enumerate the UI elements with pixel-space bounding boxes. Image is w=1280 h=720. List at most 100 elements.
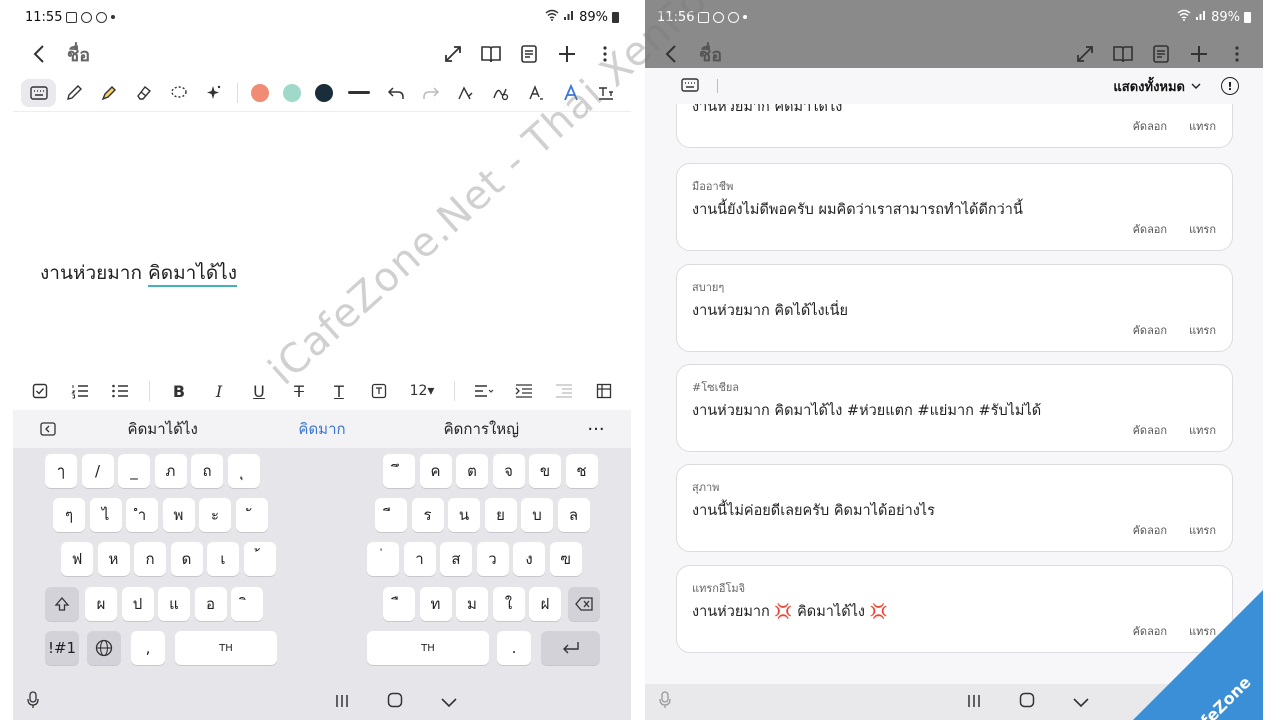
pen-color-mint[interactable]	[283, 83, 301, 102]
key[interactable]: ี	[375, 498, 407, 532]
key[interactable]: ค	[419, 454, 452, 488]
key[interactable]: อ	[194, 587, 227, 621]
key[interactable]: ง	[513, 542, 545, 576]
backspace-key[interactable]	[568, 587, 600, 621]
space-key-left[interactable]: TH	[175, 631, 277, 665]
copy-button[interactable]: คัดลอก	[1133, 117, 1168, 135]
insert-button[interactable]: แทรก	[1189, 117, 1216, 135]
redo-button[interactable]	[413, 79, 448, 107]
home-button[interactable]	[387, 692, 403, 712]
underline-button[interactable]: U	[242, 378, 276, 404]
key[interactable]: บ	[521, 498, 553, 532]
pen-tool-button[interactable]	[56, 79, 91, 107]
note-title[interactable]: ชื่อ	[67, 40, 90, 69]
key[interactable]: ะ	[199, 498, 231, 532]
insert-button[interactable]: แทรก	[1189, 220, 1216, 238]
note-content[interactable]: งานห่วยมาก คิดมาได้ไง	[40, 258, 237, 288]
expand-button[interactable]	[1075, 44, 1095, 64]
info-button[interactable]: !	[1221, 77, 1239, 95]
key[interactable]: ช	[565, 454, 598, 488]
show-all-dropdown[interactable]: แสดงทั้งหมด	[1113, 76, 1201, 97]
symbols-key[interactable]: !#1	[45, 631, 79, 665]
back-button[interactable]	[661, 44, 681, 64]
key[interactable]: ภ	[154, 454, 187, 488]
outdent-button[interactable]	[547, 378, 581, 404]
key[interactable]: ม	[456, 587, 488, 621]
back-button[interactable]	[29, 44, 49, 64]
suggestion-card[interactable]: งานห่วยมาก คิดมาได้ไง คัดลอก แทรก	[676, 104, 1233, 148]
key[interactable]: ิ	[231, 587, 263, 621]
key[interactable]: ๅ	[45, 454, 77, 488]
key[interactable]: _	[118, 454, 150, 488]
copy-button[interactable]: คัดลอก	[1133, 421, 1168, 439]
align-button[interactable]	[467, 378, 501, 404]
key[interactable]: ไ	[89, 498, 122, 532]
key[interactable]: จ	[492, 454, 525, 488]
key[interactable]: ถ	[191, 454, 223, 488]
insert-button[interactable]: แทรก	[1189, 421, 1216, 439]
key[interactable]: ื	[383, 587, 415, 621]
note-canvas[interactable]: งานห่วยมาก คิดมาได้ไง	[13, 112, 631, 374]
key[interactable]: ้	[243, 542, 276, 576]
language-key[interactable]	[87, 631, 121, 665]
period-key[interactable]: .	[497, 631, 531, 665]
suggestion-card-professional[interactable]: มืออาชีพ งานนี้ยังไม่ดีพอครับ ผมคิดว่าเร…	[676, 163, 1233, 251]
key[interactable]: ก	[134, 542, 166, 576]
key[interactable]: ห	[97, 542, 130, 576]
page-style-button[interactable]	[519, 44, 539, 64]
pen-color-navy[interactable]	[315, 83, 333, 102]
numbered-list-button[interactable]	[63, 378, 97, 404]
suggestion-card-social[interactable]: #โซเชียล งานห่วยมาก คิดมาได้ไง #ห่วยแตก …	[676, 364, 1233, 452]
expand-button[interactable]	[443, 44, 463, 64]
key[interactable]: พ	[162, 498, 195, 532]
suggestion-card-casual[interactable]: สบายๆ งานห่วยมาก คิดได้ไงเนี่ย คัดลอก แท…	[676, 264, 1233, 352]
key[interactable]: ส	[440, 542, 472, 576]
insert-button[interactable]: แทรก	[1189, 321, 1216, 339]
key[interactable]: ข	[529, 454, 561, 488]
voice-input-button[interactable]	[27, 691, 47, 713]
keyboard-mode-button[interactable]	[681, 77, 699, 96]
strikethrough-button[interactable]: T	[282, 378, 316, 404]
enter-key[interactable]	[541, 631, 600, 665]
note-title[interactable]: ชื่อ	[699, 40, 722, 69]
key[interactable]: ล	[557, 498, 590, 532]
eraser-tool-button[interactable]	[126, 79, 161, 107]
shape-tool-button[interactable]	[448, 79, 483, 107]
hide-keyboard-button[interactable]	[1073, 693, 1089, 712]
font-size-dropdown[interactable]: 12 ▾	[402, 378, 442, 404]
text-color-button[interactable]: T	[322, 378, 356, 404]
add-button[interactable]	[557, 44, 577, 64]
home-button[interactable]	[1019, 692, 1035, 712]
key[interactable]: ต	[456, 454, 488, 488]
reading-mode-button[interactable]	[1113, 44, 1133, 64]
key[interactable]: ำ	[126, 498, 158, 532]
keyboard-mode-button[interactable]	[21, 78, 56, 107]
key[interactable]: ร	[411, 498, 444, 532]
stroke-width-button[interactable]	[348, 91, 370, 94]
key[interactable]: ั	[235, 498, 268, 532]
key[interactable]: ย	[484, 498, 517, 532]
key[interactable]: ฃ	[549, 542, 582, 576]
hide-keyboard-button[interactable]	[441, 693, 457, 712]
insert-button[interactable]: แทรก	[1189, 521, 1216, 539]
lasso-tool-button[interactable]	[161, 79, 196, 107]
key[interactable]: ฝ	[529, 587, 561, 621]
suggestion-card-polite[interactable]: สุภาพ งานนี้ไม่ค่อยดีเลยครับ คิดมาได้อย่…	[676, 464, 1233, 552]
key[interactable]: ผ	[85, 587, 117, 621]
note-text-selected[interactable]: คิดมาได้ไง	[148, 262, 237, 287]
key[interactable]: า	[403, 542, 436, 576]
bold-button[interactable]: B	[162, 378, 196, 404]
voice-input-button[interactable]	[659, 691, 679, 713]
key[interactable]: แ	[158, 587, 190, 621]
highlighter-tool-button[interactable]	[91, 79, 126, 107]
copy-button[interactable]: คัดลอก	[1133, 321, 1168, 339]
table-button[interactable]	[587, 378, 621, 404]
more-options-button[interactable]	[595, 44, 615, 64]
copy-button[interactable]: คัดลอก	[1133, 220, 1168, 238]
key[interactable]: ึ	[383, 454, 415, 488]
key[interactable]: ใ	[492, 587, 525, 621]
style-tool-button[interactable]	[553, 79, 588, 107]
text-tool-button[interactable]	[518, 79, 553, 107]
pen-color-coral[interactable]	[251, 83, 269, 102]
keyboard-toolbar-toggle[interactable]	[13, 422, 83, 436]
